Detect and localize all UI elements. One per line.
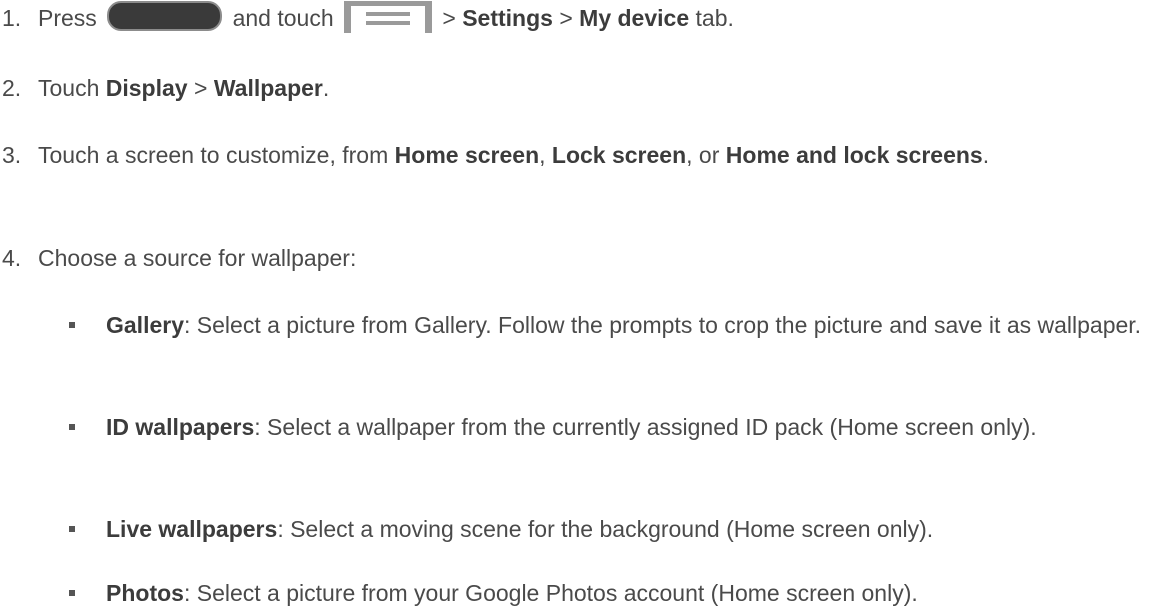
step-text: Press and touch > Settings > My device t… bbox=[38, 1, 1160, 35]
bullet-icon bbox=[69, 322, 75, 328]
step-text: Choose a source for wallpaper: bbox=[38, 245, 357, 271]
menu-key-icon bbox=[344, 1, 432, 33]
step-number: 4. bbox=[2, 245, 22, 271]
step-number: 3. bbox=[2, 142, 22, 168]
home-key-icon bbox=[107, 1, 223, 31]
step-text: Touch Display > Wallpaper. bbox=[38, 75, 330, 101]
step-number: 2. bbox=[2, 75, 22, 101]
bullet-icon bbox=[69, 424, 75, 430]
step-number: 1. bbox=[2, 5, 22, 31]
bullet-icon bbox=[69, 526, 75, 532]
step-text: Touch a screen to customize, from Home s… bbox=[38, 142, 990, 168]
bullet-icon bbox=[69, 590, 75, 596]
